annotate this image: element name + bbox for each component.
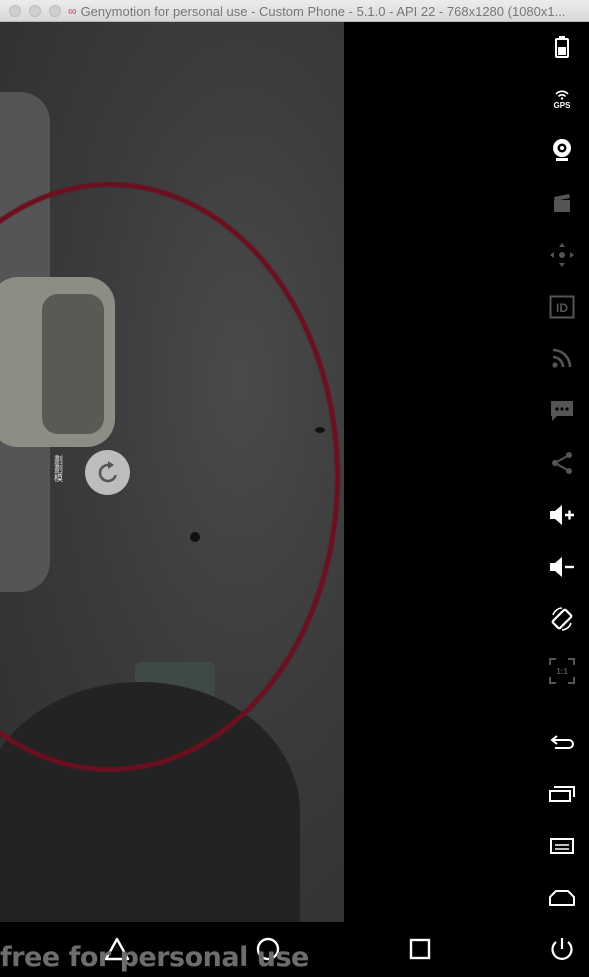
volume-up-button[interactable]: [537, 495, 587, 535]
menu-icon: [550, 838, 574, 854]
camera-target-ring: [0, 182, 340, 772]
recents-square-icon: [409, 938, 431, 960]
battery-icon: [555, 36, 569, 58]
genymotion-toolbar: GPS ID 1:1: [537, 22, 589, 977]
emulator-screen[interactable]: 劃劃模: [0, 22, 344, 922]
window-title-bar: ∞ Genymotion for personal use - Custom P…: [0, 0, 589, 22]
share-icon: [552, 452, 572, 474]
window-title: Genymotion for personal use - Custom Pho…: [80, 3, 566, 19]
dpad-icon: [550, 243, 574, 267]
menu-button[interactable]: [537, 826, 587, 866]
device-id-button[interactable]: ID: [537, 287, 587, 327]
pixel-perfect-button[interactable]: 1:1: [537, 651, 587, 691]
capture-icon: [554, 194, 570, 212]
zoom-window-button[interactable]: [49, 4, 61, 17]
home-icon: [549, 890, 575, 906]
webcam-icon: [553, 139, 571, 161]
power-button[interactable]: [537, 929, 587, 969]
battery-button[interactable]: [537, 27, 587, 67]
reload-button[interactable]: [85, 450, 130, 495]
capture-button[interactable]: [537, 183, 587, 223]
side-label: 劃劃模: [54, 455, 64, 483]
rotate-icon: [551, 607, 573, 631]
svg-text:GPS: GPS: [554, 101, 572, 109]
nav-recents-button[interactable]: [405, 934, 435, 964]
pixel-perfect-icon: 1:1: [549, 658, 575, 684]
personal-use-watermark: free for personal use: [0, 942, 309, 973]
device-id-icon: ID: [549, 295, 575, 319]
network-button[interactable]: [537, 338, 587, 378]
volume-down-icon: [550, 557, 574, 577]
rotate-button[interactable]: [537, 599, 587, 639]
recent-apps-icon: [549, 786, 575, 802]
power-icon: [551, 938, 573, 960]
minimize-window-button[interactable]: [29, 4, 41, 17]
volume-down-button[interactable]: [537, 547, 587, 587]
dpad-button[interactable]: [537, 235, 587, 275]
sms-icon: [551, 401, 573, 421]
recent-apps-button[interactable]: [537, 774, 587, 814]
gps-button[interactable]: GPS: [537, 78, 587, 118]
webcam-button[interactable]: [537, 130, 587, 170]
sms-button[interactable]: [537, 391, 587, 431]
refresh-icon: [98, 460, 117, 482]
back-button[interactable]: [537, 722, 587, 762]
svg-text:ID: ID: [556, 301, 568, 315]
home-button[interactable]: [537, 878, 587, 918]
back-icon: [550, 735, 574, 749]
network-icon: [552, 348, 572, 368]
gps-icon: GPS: [554, 90, 572, 109]
window-title-area: ∞ Genymotion for personal use - Custom P…: [68, 0, 583, 22]
share-button[interactable]: [537, 443, 587, 483]
genymotion-logo-icon: ∞: [68, 4, 77, 18]
window-controls: [9, 4, 61, 17]
volume-up-icon: [550, 505, 574, 525]
close-window-button[interactable]: [9, 4, 21, 17]
svg-text:1:1: 1:1: [556, 667, 568, 676]
